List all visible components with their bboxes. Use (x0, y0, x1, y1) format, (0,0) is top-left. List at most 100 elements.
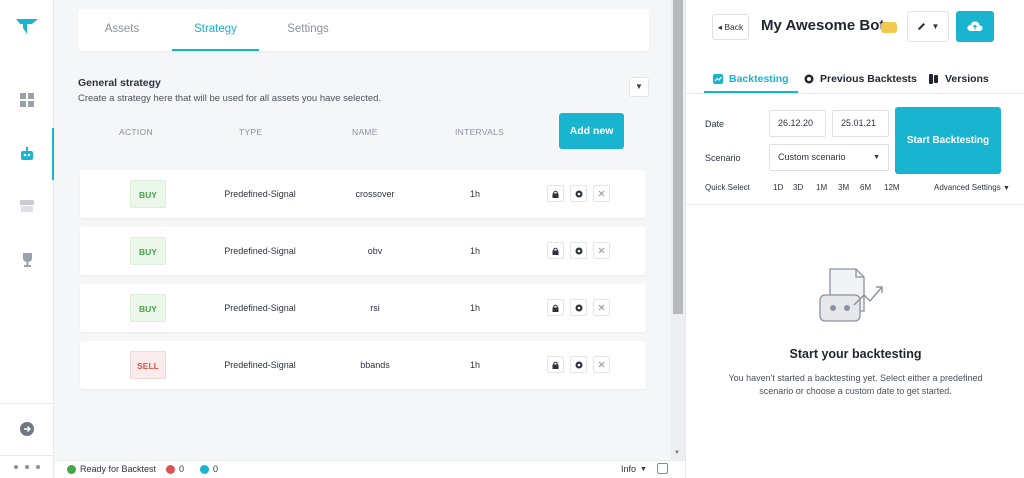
type-cell: Predefined-Signal (224, 360, 296, 370)
quick-option-6m[interactable]: 6M (860, 183, 871, 192)
logout-icon[interactable] (0, 415, 54, 443)
settings-icon[interactable] (570, 356, 587, 373)
tab-assets[interactable]: Assets (88, 9, 156, 51)
quick-option-12m[interactable]: 12M (884, 183, 900, 192)
chevron-down-icon: ▼ (931, 22, 940, 31)
lock-icon[interactable] (547, 299, 564, 316)
add-new-button[interactable]: Add new (559, 113, 624, 149)
info-count[interactable]: 0 (200, 464, 218, 474)
action-badge: BUY (130, 294, 166, 322)
more-icon[interactable] (0, 456, 54, 478)
scenario-select[interactable]: Custom scenario ▼ (769, 144, 889, 171)
type-cell: Predefined-Signal (224, 246, 296, 256)
section-divider (686, 204, 1024, 205)
column-header-intervals: INTERVALS (455, 127, 505, 137)
chart-icon (713, 74, 723, 84)
bot-name-title: My Awesome Bot (761, 17, 885, 34)
date-from-input[interactable]: 26.12.20 (769, 110, 826, 137)
log-level-text: Info (621, 464, 637, 474)
rail-divider (0, 403, 54, 404)
console-toggle-icon[interactable] (657, 463, 668, 474)
bot-icon[interactable] (0, 140, 54, 168)
trophy-icon[interactable] (0, 246, 54, 274)
collapse-toggle-button[interactable]: ▼ (629, 77, 649, 97)
back-button[interactable]: ◂ Back (712, 14, 749, 40)
quick-option-1d[interactable]: 1D (773, 183, 783, 192)
scenario-label: Scenario (705, 153, 741, 163)
column-header-type: TYPE (239, 127, 263, 137)
cloud-save-button[interactable] (956, 11, 994, 42)
quick-option-1m[interactable]: 1M (816, 183, 827, 192)
cloud-upload-icon (967, 21, 983, 31)
scenario-value: Custom scenario (778, 152, 846, 162)
close-icon[interactable] (593, 299, 610, 316)
dashboard-icon[interactable] (0, 86, 54, 114)
backtest-panel: ◂ Back My Awesome Bot ▼ Backtesting Prev… (685, 0, 1024, 478)
active-indicator (52, 128, 54, 180)
lock-icon[interactable] (547, 356, 564, 373)
check-icon (67, 464, 76, 474)
versions-icon (929, 74, 938, 84)
name-cell: crossover (355, 189, 395, 199)
tab-strategy[interactable]: Strategy (172, 9, 259, 51)
name-cell: rsi (370, 303, 380, 313)
table-row: BUY Predefined-Signal obv 1h (80, 227, 646, 275)
close-icon[interactable] (593, 356, 610, 373)
quick-option-3d[interactable]: 3D (793, 183, 803, 192)
scroll-down-icon[interactable]: ▼ (674, 450, 680, 456)
start-backtesting-button[interactable]: Start Backtesting (895, 107, 1001, 174)
ready-status: Ready for Backtest (67, 464, 156, 474)
settings-icon[interactable] (570, 242, 587, 259)
settings-icon[interactable] (570, 299, 587, 316)
pencil-icon (917, 23, 925, 30)
action-badge: BUY (130, 237, 166, 265)
tab-previous-backtests[interactable]: Previous Backtests (804, 66, 917, 92)
advanced-settings-toggle[interactable]: Advanced Settings ▼ (934, 183, 1010, 192)
scrollbar[interactable]: ▼ (671, 0, 685, 460)
strategy-panel: Assets Strategy Settings General strateg… (55, 0, 671, 460)
chevron-down-icon: ▼ (873, 154, 880, 161)
quick-select-label: Quick Select (705, 183, 750, 192)
error-icon (166, 464, 175, 474)
quick-option-3m[interactable]: 3M (838, 183, 849, 192)
close-icon[interactable] (593, 185, 610, 202)
name-cell: obv (367, 246, 383, 256)
info-count-text: 0 (213, 464, 219, 474)
section-title: General strategy (78, 77, 161, 89)
tab-versions[interactable]: Versions (929, 66, 989, 92)
edit-button[interactable]: ▼ (907, 11, 949, 42)
ready-text: Ready for Backtest (80, 464, 157, 474)
scrollbar-thumb[interactable] (673, 0, 683, 314)
empty-state-title: Start your backtesting (789, 347, 922, 361)
interval-cell: 1h (469, 360, 480, 370)
chevron-down-icon: ▼ (640, 465, 647, 473)
error-count[interactable]: 0 (166, 464, 184, 474)
log-level-select[interactable]: Info ▼ (621, 464, 647, 474)
section-description: Create a strategy here that will be used… (78, 93, 382, 104)
tab-settings[interactable]: Settings (274, 9, 342, 51)
settings-icon[interactable] (570, 185, 587, 202)
tab-bar: Assets Strategy Settings (78, 9, 649, 51)
date-label: Date (705, 119, 725, 129)
backtest-illustration-icon (819, 268, 883, 322)
marketplace-icon[interactable] (0, 192, 54, 220)
interval-cell: 1h (469, 246, 480, 256)
active-tab-indicator (704, 91, 798, 93)
pro-badge (881, 22, 897, 33)
lock-icon[interactable] (547, 242, 564, 259)
tab-divider (686, 93, 1024, 94)
history-icon (804, 74, 814, 84)
status-bar: Ready for Backtest 0 0 Info ▼ (55, 460, 685, 478)
tab-backtesting[interactable]: Backtesting (713, 66, 789, 92)
lock-icon[interactable] (547, 185, 564, 202)
close-icon[interactable] (593, 242, 610, 259)
info-icon (200, 464, 209, 474)
logo-icon[interactable] (14, 16, 40, 36)
name-cell: bbands (360, 360, 390, 370)
column-header-name: NAME (352, 127, 378, 137)
action-badge: SELL (130, 351, 166, 379)
column-header-action: ACTION (119, 127, 153, 137)
interval-cell: 1h (469, 189, 480, 199)
table-row: SELL Predefined-Signal bbands 1h (80, 341, 646, 389)
date-to-input[interactable]: 25.01.21 (832, 110, 889, 137)
